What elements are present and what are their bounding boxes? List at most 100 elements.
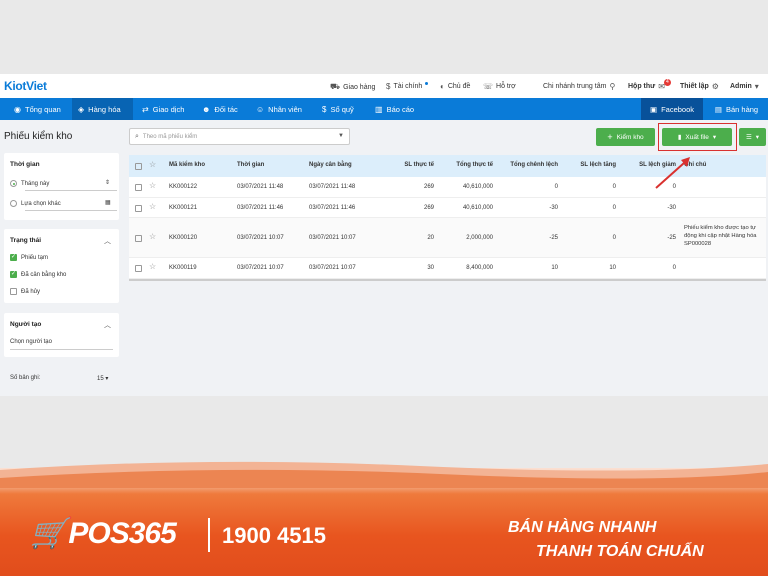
- calendar-icon[interactable]: ▦: [105, 199, 111, 206]
- status-option-draft[interactable]: Phiếu tạm: [10, 253, 48, 261]
- cart-icon: 🛒: [30, 517, 67, 550]
- checkbox-checked[interactable]: [10, 270, 17, 278]
- chevron-up-icon[interactable]: ︿: [104, 320, 111, 330]
- nav-cashbook[interactable]: $ Sổ quỹ: [316, 98, 360, 120]
- row-checkbox[interactable]: [135, 205, 142, 212]
- status-option-balanced[interactable]: Đã cân bằng kho: [10, 270, 66, 278]
- star-icon[interactable]: ☆: [149, 160, 156, 169]
- user-menu[interactable]: Admin ▾: [730, 82, 759, 91]
- slogan-line-2: THANH TOÁN CHUẨN: [536, 543, 704, 560]
- chevron-up-icon[interactable]: ︿: [104, 236, 111, 246]
- status-option-cancelled[interactable]: Đã hủy: [10, 288, 40, 295]
- checkbox-unchecked[interactable]: [10, 288, 17, 295]
- table-header: ☆ Mã kiểm kho Thời gian Ngày cân bằng SL…: [129, 155, 766, 177]
- nav-products[interactable]: ◈ Hàng hóa: [72, 98, 133, 120]
- table-row[interactable]: ☆ KK000120 03/07/2021 10:07 03/07/2021 1…: [129, 218, 766, 258]
- search-input[interactable]: ⌕ Theo mã phiếu kiểm ▼: [129, 128, 350, 145]
- rows-per-page-select[interactable]: 15 ▾: [97, 375, 108, 382]
- support-link[interactable]: ☏ Hỗ trợ: [483, 82, 516, 91]
- col-decrease[interactable]: SL lệch giảm: [624, 162, 676, 168]
- inbox-badge: 4: [663, 79, 671, 86]
- hotline: 1900 4515: [222, 523, 326, 548]
- select-all-checkbox[interactable]: [135, 163, 142, 170]
- slogan-line-1: BÁN HÀNG NHANH: [508, 519, 657, 536]
- pos365-banner: 🛒 POS365 1900 4515 BÁN HÀNG NHANH THANH …: [0, 396, 768, 576]
- inbox-link[interactable]: Hộp thư ✉ 4: [628, 79, 675, 91]
- time-filter-title: Thời gian: [10, 161, 40, 168]
- star-icon[interactable]: ☆: [149, 262, 156, 271]
- add-stocktake-button[interactable]: + Kiểm kho: [596, 128, 655, 146]
- table-row[interactable]: ☆ KK000121 03/07/2021 11:46 03/07/2021 1…: [129, 198, 766, 218]
- creator-select[interactable]: Chọn người tạo: [10, 339, 52, 345]
- new-dot: [425, 82, 429, 85]
- time-option-custom[interactable]: Lựa chọn khác: [10, 200, 61, 207]
- palette-icon: ◐: [440, 82, 445, 91]
- pos365-logo: 🛒 POS365: [30, 516, 177, 551]
- theme-link[interactable]: ◐ Chủ đề: [440, 82, 470, 91]
- coin-icon: $: [386, 82, 391, 91]
- box-icon: ◈: [78, 104, 85, 114]
- col-time[interactable]: Thời gian: [237, 162, 264, 168]
- plus-icon: +: [607, 132, 613, 142]
- rows-per-page-label: Số bản ghi:: [10, 375, 41, 381]
- star-icon[interactable]: ☆: [149, 232, 156, 241]
- person-icon: ☻: [202, 104, 211, 114]
- delivery-link[interactable]: ⛟ Giao hàng: [330, 82, 375, 92]
- col-actual-total[interactable]: Tổng thực tế: [443, 162, 493, 168]
- checkbox-checked[interactable]: [10, 253, 17, 261]
- list-icon: ☰: [745, 134, 752, 141]
- settings-link[interactable]: Thiết lập ⚙: [680, 82, 719, 91]
- location-icon: ⚲: [609, 82, 616, 91]
- row-checkbox[interactable]: [135, 265, 142, 272]
- chevron-down-icon: ▾: [755, 134, 760, 141]
- nav-sell[interactable]: ▤ Bán hàng: [705, 98, 768, 120]
- col-actual-qty[interactable]: SL thực tế: [389, 162, 434, 168]
- coin-icon: $: [322, 104, 327, 114]
- swap-icon: ⇄: [142, 104, 149, 114]
- dropdown-caret-icon[interactable]: ▼: [338, 133, 344, 139]
- status-filter-panel: Trạng thái ︿ Phiếu tạm Đã cân bằng kho Đ…: [4, 229, 119, 303]
- creator-filter-panel: Người tạo ︿ Chọn người tạo: [4, 313, 119, 357]
- col-code[interactable]: Mã kiểm kho: [169, 162, 205, 168]
- wave-decoration: [0, 461, 768, 488]
- table-row[interactable]: ☆ KK000119 03/07/2021 10:07 03/07/2021 1…: [129, 258, 766, 279]
- nav-partners[interactable]: ☻ Đối tác: [196, 98, 244, 120]
- col-note[interactable]: Ghi chú: [684, 162, 706, 168]
- main-nav: ◉ Tổng quan ◈ Hàng hóa ⇄ Giao dịch ☻ Đối tác…: [0, 98, 768, 120]
- view-options-button[interactable]: ☰ ▾: [739, 128, 766, 146]
- sort-icon[interactable]: ⇕: [105, 179, 110, 186]
- row-checkbox[interactable]: [135, 184, 142, 191]
- finance-link[interactable]: $ Tài chính: [386, 82, 429, 91]
- kiotviet-logo[interactable]: KiotViet: [4, 79, 47, 93]
- col-increase[interactable]: SL lệch tăng: [564, 162, 616, 168]
- radio-unselected[interactable]: [10, 200, 17, 207]
- row-checkbox[interactable]: [135, 235, 142, 242]
- status-filter-title: Trạng thái: [10, 237, 42, 244]
- store-icon: ▣: [649, 104, 658, 114]
- note-text: Phiếu kiểm kho được tạo tự động khi cập …: [684, 225, 757, 247]
- export-highlight-box: [658, 123, 737, 151]
- branch-selector[interactable]: Chi nhánh trung tâm ⚲: [543, 82, 615, 91]
- col-total-diff[interactable]: Tổng chênh lệch: [501, 162, 558, 168]
- nav-staff[interactable]: ☺ Nhân viên: [250, 98, 308, 120]
- search-icon: ⌕: [135, 132, 139, 140]
- banner-divider: [208, 518, 210, 552]
- eye-icon: ◉: [14, 104, 21, 114]
- creator-filter-title: Người tạo: [10, 321, 42, 328]
- time-option-this-month[interactable]: Tháng này: [10, 180, 49, 187]
- people-icon: ☺: [256, 104, 265, 114]
- table-row[interactable]: ☆ KK000122 03/07/2021 11:48 03/07/2021 1…: [129, 177, 766, 198]
- gear-icon: ⚙: [711, 82, 719, 91]
- radio-selected[interactable]: [10, 180, 17, 187]
- nav-reports[interactable]: ▥ Báo cáo: [369, 98, 420, 120]
- star-icon[interactable]: ☆: [149, 202, 156, 211]
- nav-transactions[interactable]: ⇄ Giao dịch: [136, 98, 190, 120]
- divider: [10, 349, 113, 350]
- top-background: [0, 0, 768, 74]
- nav-facebook[interactable]: ▣ Facebook: [641, 98, 703, 120]
- divider: [25, 210, 117, 211]
- page-title: Phiếu kiểm kho: [4, 131, 73, 142]
- col-balance-date[interactable]: Ngày cân bằng: [309, 162, 352, 168]
- nav-overview[interactable]: ◉ Tổng quan: [8, 98, 67, 120]
- star-icon[interactable]: ☆: [149, 181, 156, 190]
